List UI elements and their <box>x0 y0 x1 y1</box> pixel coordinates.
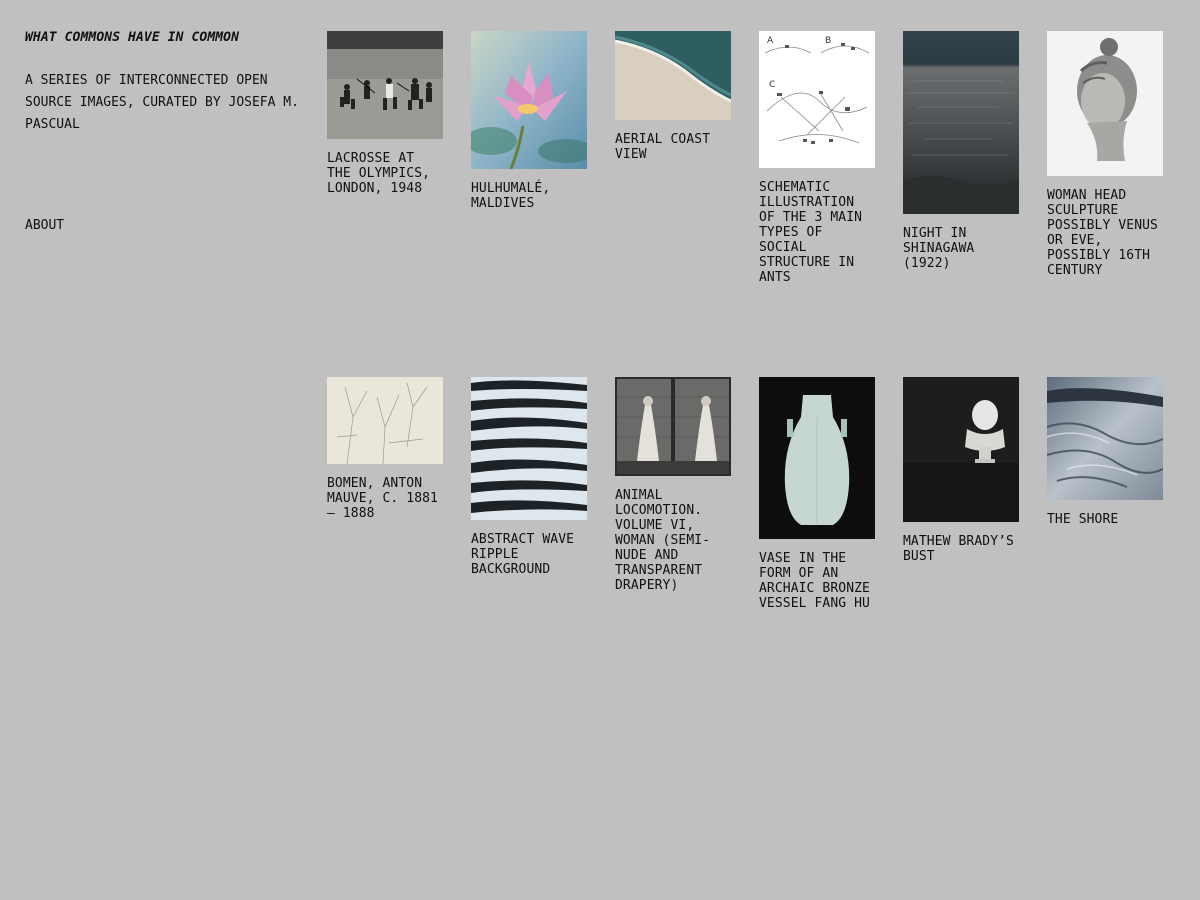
gallery-caption[interactable]: ABSTRACT WAVE RIPPLE BACKGROUND <box>471 532 587 577</box>
diagram-label-a: A <box>767 36 774 46</box>
bust-photo[interactable] <box>903 377 1019 522</box>
gallery-item-lacrosse[interactable]: LACROSSE AT THE OLYMPICS, LONDON, 1948 <box>327 31 443 196</box>
gallery-caption[interactable]: THE SHORE <box>1047 512 1163 527</box>
ant-schematic-diagram[interactable]: A B C <box>759 31 875 168</box>
sidebar: WHAT COMMONS HAVE IN COMMON A SERIES OF … <box>25 30 300 233</box>
gallery-caption[interactable]: NIGHT IN SHINAGAWA (1922) <box>903 226 1019 271</box>
shore-photo[interactable] <box>1047 377 1163 500</box>
gallery-item-ant-schematic[interactable]: A B C SCHEMATIC ILLUSTRATION OF THE 3 MA… <box>759 31 875 285</box>
gallery-item-vase[interactable]: VASE IN THE FORM OF AN ARCHAIC BRONZE VE… <box>759 377 875 611</box>
gallery-caption[interactable]: LACROSSE AT THE OLYMPICS, LONDON, 1948 <box>327 151 443 196</box>
gallery-item-wave-ripple[interactable]: ABSTRACT WAVE RIPPLE BACKGROUND <box>471 377 587 577</box>
sculpture-head-photo[interactable] <box>1047 31 1163 176</box>
aerial-coast-photo[interactable] <box>615 31 731 120</box>
gallery-item-locomotion[interactable]: ANIMAL LOCOMOTION. VOLUME VI, WOMAN (SEM… <box>615 377 731 593</box>
celadon-vase-photo[interactable] <box>759 377 875 539</box>
gallery-caption[interactable]: BOMEN, ANTON MAUVE, C. 1881 – 1888 <box>327 476 443 521</box>
site-title[interactable]: WHAT COMMONS HAVE IN COMMON <box>25 30 300 46</box>
gallery-item-aerial-coast[interactable]: AERIAL COAST VIEW <box>615 31 731 162</box>
gallery-caption[interactable]: HULHUMALÉ, MALDIVES <box>471 181 587 211</box>
locomotion-photo[interactable] <box>615 377 731 476</box>
diagram-label-c: C <box>769 80 775 90</box>
water-lily-photo[interactable] <box>471 31 587 169</box>
gallery-caption[interactable]: WOMAN HEAD SCULPTURE POSSIBLY VENUS OR E… <box>1047 188 1163 278</box>
gallery-caption[interactable]: SCHEMATIC ILLUSTRATION OF THE 3 MAIN TYP… <box>759 180 875 285</box>
gallery-caption[interactable]: AERIAL COAST VIEW <box>615 132 731 162</box>
gallery-caption[interactable]: ANIMAL LOCOMOTION. VOLUME VI, WOMAN (SEM… <box>615 488 731 593</box>
site-description: A SERIES OF INTERCONNECTED OPEN SOURCE I… <box>25 73 299 132</box>
wave-ripple-image[interactable] <box>471 377 587 520</box>
diagram-label-b: B <box>825 36 831 46</box>
gallery-item-shinagawa[interactable]: NIGHT IN SHINAGAWA (1922) <box>903 31 1019 271</box>
gallery-item-woman-head[interactable]: WOMAN HEAD SCULPTURE POSSIBLY VENUS OR E… <box>1047 31 1163 278</box>
lacrosse-photo[interactable] <box>327 31 443 139</box>
gallery-caption[interactable]: VASE IN THE FORM OF AN ARCHAIC BRONZE VE… <box>759 551 875 611</box>
night-sea-photo[interactable] <box>903 31 1019 214</box>
gallery-item-hulhumale[interactable]: HULHUMALÉ, MALDIVES <box>471 31 587 211</box>
about-link[interactable]: ABOUT <box>25 218 64 233</box>
gallery-item-bomen[interactable]: BOMEN, ANTON MAUVE, C. 1881 – 1888 <box>327 377 443 521</box>
gallery-item-brady-bust[interactable]: MATHEW BRADY’S BUST <box>903 377 1019 564</box>
gallery-caption[interactable]: MATHEW BRADY’S BUST <box>903 534 1019 564</box>
gallery-item-shore[interactable]: THE SHORE <box>1047 377 1163 527</box>
tree-sketch[interactable] <box>327 377 443 464</box>
